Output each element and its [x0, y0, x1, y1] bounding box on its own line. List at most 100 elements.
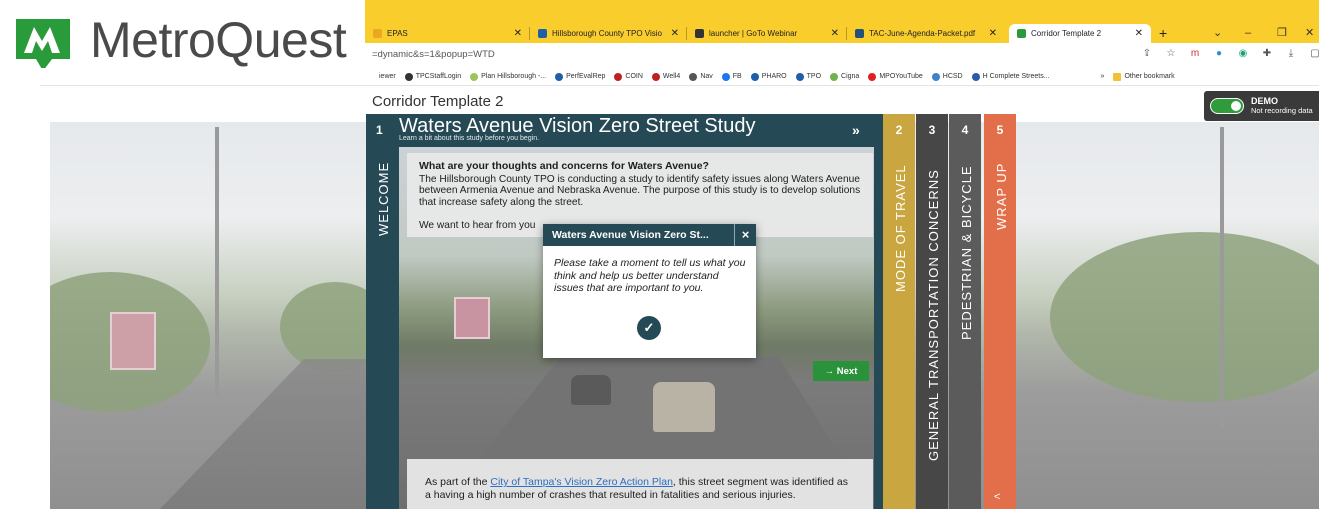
hcsd-icon [931, 72, 940, 81]
bookmark-item[interactable]: Nav [689, 72, 713, 81]
bookmark-label: FB [732, 73, 742, 80]
metroquest-favicon-icon [1017, 29, 1026, 38]
browser-tab-active[interactable]: Corridor Template 2 ✕ [1009, 24, 1151, 43]
bookmark-label: Well4 [662, 73, 681, 80]
bookmark-item[interactable]: H Complete Streets... [971, 72, 1050, 81]
url-field[interactable]: =dynamic&s=1&popup=WTD [372, 49, 495, 60]
extension-icon[interactable]: ◉ [1236, 48, 1250, 59]
close-tab-icon[interactable]: ✕ [989, 28, 997, 39]
tab-label: WRAP UP [994, 162, 1009, 230]
browser-tab[interactable]: launcher | GoTo Webinar ✕ [687, 24, 847, 43]
bookmark-item[interactable]: TPO [795, 72, 822, 81]
car-image [571, 375, 611, 405]
close-tab-icon[interactable]: ✕ [831, 28, 839, 39]
tab-label-wrap: PEDESTRIAN & BICYCLE [949, 114, 981, 509]
bookmark-label: HCSD [942, 73, 963, 80]
popup-body: Please take a moment to tell us what you… [554, 257, 746, 294]
next-button[interactable]: → Next [813, 361, 869, 381]
vision-zero-link[interactable]: City of Tampa's Vision Zero Action Plan [490, 476, 673, 488]
bookmark-item[interactable]: TPCStaffLogin [404, 72, 461, 81]
expand-icon[interactable]: » [852, 122, 860, 138]
checkmark-icon[interactable]: ✓ [637, 316, 661, 340]
more-bookmarks-button[interactable]: » [1101, 73, 1105, 80]
browser-tab[interactable]: EPAS ✕ [365, 24, 530, 43]
bookmarks-bar: iewer TPCStaffLogin Plan Hillsborough -.… [40, 68, 1319, 86]
minimize-icon[interactable]: – [1245, 24, 1251, 42]
extension-icon[interactable]: ● [1212, 48, 1226, 59]
demo-toggle-icon[interactable] [1210, 98, 1244, 114]
intro-popup: Waters Avenue Vision Zero St... × Please… [543, 224, 756, 358]
new-tab-button[interactable]: + [1159, 24, 1167, 42]
demo-mode-badge[interactable]: DEMO Not recording data [1204, 91, 1319, 121]
browser-tab-bar: EPAS ✕ Hillsborough County TPO Visio ✕ l… [365, 0, 1319, 43]
bookmark-item[interactable]: MPOYouTube [868, 72, 923, 81]
panel-vertical-label[interactable]: WELCOME [374, 156, 391, 236]
bottom-text-prefix: As part of the [425, 476, 491, 488]
other-bookmarks-label: Other bookmark [1124, 73, 1175, 80]
youtube-icon [868, 72, 877, 81]
browser-tab[interactable]: TAC-June-Agenda-Packet.pdf ✕ [847, 24, 1005, 43]
tpo-favicon-icon [538, 29, 547, 38]
bookmark-item[interactable]: COIN [614, 72, 643, 81]
bookmark-item[interactable]: iewer [379, 73, 396, 80]
tab-label: PEDESTRIAN & BICYCLE [959, 165, 974, 340]
photo-sign [454, 297, 490, 339]
tab-pedestrian-bicycle[interactable]: 4 PEDESTRIAN & BICYCLE [949, 114, 981, 509]
welcome-label: WELCOME [376, 161, 391, 236]
tab-label: MODE OF TRAVEL [893, 164, 908, 292]
bookmark-item[interactable]: HCSD [931, 72, 963, 81]
extension-icon[interactable]: m [1188, 48, 1202, 59]
close-window-icon[interactable]: ✕ [1305, 24, 1314, 42]
share-page-icon[interactable]: ⇪ [1140, 48, 1154, 59]
close-tab-icon[interactable]: ✕ [514, 28, 522, 39]
bookmark-star-icon[interactable]: ☆ [1164, 48, 1178, 59]
tab-search-icon[interactable]: ⌄ [1213, 24, 1222, 42]
browser-tab[interactable]: Hillsborough County TPO Visio ✕ [530, 24, 687, 43]
logo-wordmark: MetroQuest [90, 12, 347, 68]
tab-label-wrap: WRAP UP [984, 114, 1016, 509]
tab-label-wrap: GENERAL TRANSPORTATION CONCERNS [916, 114, 948, 509]
tpo-icon [750, 72, 759, 81]
other-bookmarks-folder[interactable]: Other bookmark [1113, 72, 1175, 81]
side-panel-icon[interactable]: ▢ [1308, 48, 1319, 59]
tab-label: EPAS [387, 29, 408, 38]
bottom-text-box: As part of the City of Tampa's Vision Ze… [407, 459, 873, 509]
bookmark-item[interactable]: Cigna [830, 72, 859, 81]
tpo-icon [555, 72, 564, 81]
bookmark-item[interactable]: Plan Hillsborough -... [470, 72, 546, 81]
background-tree [1050, 232, 1319, 402]
close-tab-icon[interactable]: ✕ [671, 28, 679, 39]
intro-paragraph: The Hillsborough County TPO is conductin… [419, 173, 861, 208]
demo-title: DEMO [1251, 96, 1278, 106]
bookmark-label: Nav [700, 73, 713, 80]
bookmark-label: TPO [806, 73, 822, 80]
complete-streets-icon [971, 72, 980, 81]
bookmark-item[interactable]: FB [721, 72, 742, 81]
tab-label: launcher | GoTo Webinar [709, 29, 798, 38]
tab-mode-of-travel[interactable]: 2 MODE OF TRAVEL [883, 114, 915, 509]
survey-title: Corridor Template 2 [372, 93, 504, 110]
folder-icon [1113, 72, 1122, 81]
tab-general-transportation-concerns[interactable]: 3 GENERAL TRANSPORTATION CONCERNS [916, 114, 948, 509]
tab-wrap-up[interactable]: 5 WRAP UP < [984, 114, 1016, 509]
tab-label: Corridor Template 2 [1031, 29, 1102, 38]
close-icon[interactable]: × [734, 224, 756, 246]
tpo-icon [795, 72, 804, 81]
extensions-puzzle-icon[interactable]: ✚ [1260, 48, 1274, 59]
facebook-icon [721, 72, 730, 81]
bookmark-item[interactable]: PerfEvalRep [555, 72, 605, 81]
utility-pole [1220, 127, 1224, 427]
bookmark-label: MPOYouTube [879, 73, 923, 80]
notion-icon [689, 72, 698, 81]
demo-subtitle: Not recording data [1251, 106, 1313, 115]
close-tab-icon[interactable]: ✕ [1135, 28, 1143, 39]
bookmark-item[interactable]: PHARO [750, 72, 787, 81]
tab-label: TAC-June-Agenda-Packet.pdf [869, 29, 976, 38]
download-icon[interactable]: ⤓ [1284, 48, 1298, 59]
more-bookmarks-label: » [1100, 73, 1105, 80]
bookmark-item[interactable]: Well4 [651, 72, 681, 81]
share-icon[interactable]: < [994, 491, 1000, 503]
bookmark-label: H Complete Streets... [982, 73, 1050, 80]
restore-icon[interactable]: ❐ [1277, 24, 1287, 42]
tab-label-wrap: MODE OF TRAVEL [883, 114, 915, 509]
